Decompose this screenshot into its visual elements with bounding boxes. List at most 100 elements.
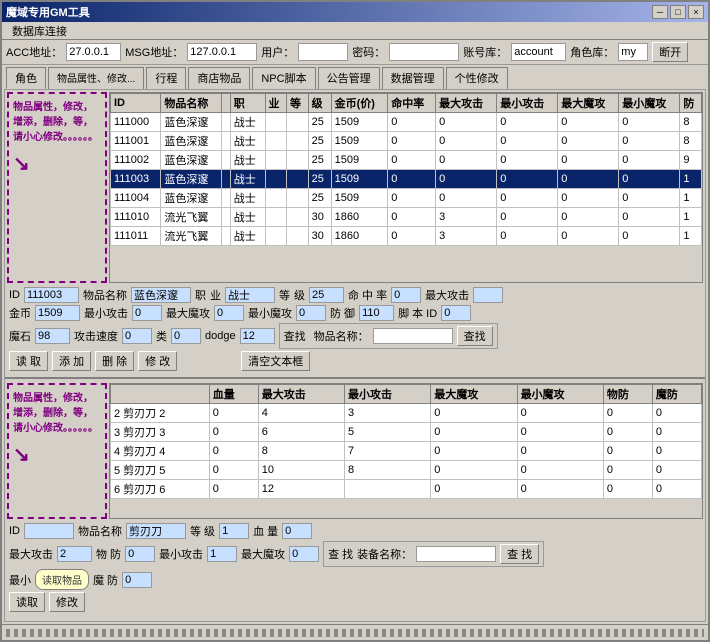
lower-id-input[interactable] <box>24 523 74 539</box>
upper-table-cell <box>222 189 230 208</box>
col-lv1: 等 <box>287 94 309 113</box>
dodge-input[interactable] <box>240 328 275 344</box>
upper-table-cell: 8 <box>680 113 702 132</box>
upper-table-cell: 战士 <box>230 208 265 227</box>
lower-maxmatk-input[interactable] <box>289 546 319 562</box>
upper-table-row[interactable]: 111000蓝色深邃战士251509000008 <box>111 113 702 132</box>
lower-hp-input[interactable] <box>282 523 312 539</box>
db-input[interactable] <box>511 43 566 61</box>
lower-table-row[interactable]: 5 剪刃刀 501080000 <box>111 461 702 480</box>
menu-item-db[interactable]: 数据库连接 <box>6 22 73 40</box>
lower-table-cell: 0 <box>517 442 603 461</box>
tab-announce[interactable]: 公告管理 <box>318 67 380 89</box>
tab-personal[interactable]: 个性修改 <box>446 67 508 89</box>
upper-table-row[interactable]: 111003蓝色深邃战士251509000001 <box>111 170 702 189</box>
upper-table-row[interactable]: 111002蓝色深邃战士251509000009 <box>111 151 702 170</box>
hit-input[interactable] <box>391 287 421 303</box>
lower-mdef-input[interactable] <box>122 572 152 588</box>
tab-npc[interactable]: NPC脚本 <box>252 67 315 89</box>
speed-input[interactable] <box>122 328 152 344</box>
lower-maxatk-input[interactable] <box>57 546 92 562</box>
search-name-input[interactable] <box>373 328 453 344</box>
user-input[interactable] <box>298 43 348 61</box>
add-button[interactable]: 添 加 <box>52 351 91 371</box>
lower-pdef-input[interactable] <box>125 546 155 562</box>
lower-maxatk-label: 最大攻击 <box>9 546 53 562</box>
lower-col-mdef: 魔防 <box>652 385 701 404</box>
delete-button[interactable]: 删 除 <box>95 351 134 371</box>
tab-item-attr[interactable]: 物品属性、修改... <box>48 67 144 89</box>
lower-lv-input[interactable] <box>219 523 249 539</box>
upper-section: 物品属性，修改，增添，删除，等，请小心修改。。。。。。 ↘ ID 物品名称 职 … <box>5 90 705 285</box>
maxatk-input[interactable] <box>473 287 503 303</box>
lower-table-row[interactable]: 2 剪刃刀 20430000 <box>111 404 702 423</box>
acc-input[interactable] <box>66 43 121 61</box>
section-divider <box>5 377 705 379</box>
tab-data-mgmt[interactable]: 数据管理 <box>382 67 444 89</box>
type-input[interactable] <box>171 328 201 344</box>
lower-modify-button[interactable]: 修改 <box>49 592 85 612</box>
disconnect-button[interactable]: 断开 <box>652 42 688 62</box>
maxmatk-label: 最大魔攻 <box>166 305 210 321</box>
minmatk-input[interactable] <box>296 305 326 321</box>
upper-table-cell: 0 <box>436 151 497 170</box>
lower-search-box: 查 找 装备名称： 查 找 <box>323 541 544 567</box>
annotation-upper-text: 物品属性，修改，增添，删除，等，请小心修改。。。。。。 <box>13 102 98 143</box>
gold-input[interactable] <box>35 305 80 321</box>
id-input[interactable] <box>24 287 79 303</box>
lower-minatk-input[interactable] <box>207 546 237 562</box>
search-name-button[interactable]: 查找 <box>457 326 493 346</box>
upper-table-row[interactable]: 111010流光飞翼战士301860030001 <box>111 208 702 227</box>
upper-table-cell: 0 <box>619 151 680 170</box>
lower-col-hp: 血量 <box>209 385 258 404</box>
maximize-button[interactable]: □ <box>670 5 686 19</box>
minimize-button[interactable]: ─ <box>652 5 668 19</box>
gold-label: 金币 <box>9 305 31 321</box>
upper-table-cell <box>265 132 287 151</box>
lower-search-input[interactable] <box>416 546 496 562</box>
modify-button[interactable]: 修 改 <box>138 351 177 371</box>
upper-table-row[interactable]: 111011流光飞翼战士301860030001 <box>111 227 702 246</box>
search-box: 查找 物品名称： 查找 <box>279 323 498 349</box>
tab-shop[interactable]: 商店物品 <box>188 67 250 89</box>
msg-input[interactable] <box>187 43 257 61</box>
lower-table-cell: 0 <box>517 461 603 480</box>
name-input[interactable] <box>131 287 191 303</box>
minatk-input[interactable] <box>132 305 162 321</box>
read-button[interactable]: 读 取 <box>9 351 48 371</box>
lower-form-row1: ID 物品名称 等 级 血 量 <box>9 523 701 539</box>
col-minmatk: 最小魔攻 <box>619 94 680 113</box>
lower-table-row[interactable]: 3 剪刃刀 30650000 <box>111 423 702 442</box>
maxmatk-input[interactable] <box>214 305 244 321</box>
clear-button[interactable]: 清空文本框 <box>241 351 310 371</box>
lower-table-row[interactable]: 6 剪刃刀 60120000 <box>111 480 702 499</box>
lower-form-row3: 最小 读取物品 魔 防 <box>9 569 701 590</box>
upper-table-scroll[interactable]: ID 物品名称 职 业 等 级 金币(价) 命中率 最大攻击 最小攻击 <box>110 93 702 282</box>
def-input[interactable] <box>359 305 394 321</box>
role-input[interactable] <box>618 43 648 61</box>
lower-name-input[interactable] <box>126 523 186 539</box>
upper-table-cell: 0 <box>619 113 680 132</box>
col-empty <box>222 94 230 113</box>
lv-input[interactable] <box>309 287 344 303</box>
lower-table-scroll[interactable]: 血量 最大攻击 最小攻击 最大魔攻 最小魔攻 物防 魔防 2 剪刃刀 20430… <box>110 384 702 518</box>
upper-table-row[interactable]: 111001蓝色深邃战士251509000008 <box>111 132 702 151</box>
lower-table-row[interactable]: 4 剪刃刀 40870000 <box>111 442 702 461</box>
upper-table-cell: 25 <box>308 132 331 151</box>
lower-search-button[interactable]: 查 找 <box>500 544 539 564</box>
magic-input[interactable] <box>35 328 70 344</box>
footid-input[interactable] <box>441 305 471 321</box>
lower-table-cell: 5 <box>345 423 431 442</box>
lower-table-cell: 3 <box>345 404 431 423</box>
col-gold: 金币(价) <box>331 94 388 113</box>
job-input[interactable] <box>225 287 275 303</box>
lower-col-pdef: 物防 <box>603 385 652 404</box>
upper-table-row[interactable]: 111004蓝色深邃战士251509000001 <box>111 189 702 208</box>
lower-read-button[interactable]: 读取 <box>9 592 45 612</box>
tab-journey[interactable]: 行程 <box>146 67 186 89</box>
tab-role[interactable]: 角色 <box>6 67 46 89</box>
close-button[interactable]: × <box>688 5 704 19</box>
pwd-input[interactable] <box>389 43 459 61</box>
lower-table-cell: 0 <box>209 442 258 461</box>
tab-bar: 角色 物品属性、修改... 行程 商店物品 NPC脚本 公告管理 数据管理 个性… <box>2 65 708 89</box>
